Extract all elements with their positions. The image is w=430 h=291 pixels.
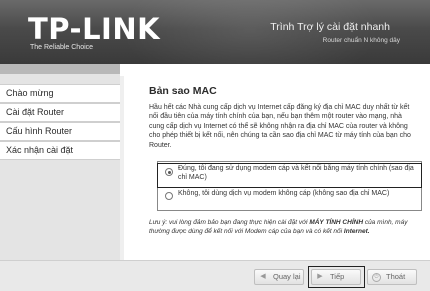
note-text: Lưu ý: vui lòng đảm bảo bạn đang thực hi… <box>149 218 417 236</box>
step-sidebar: Chào mừng Cài đặt Router Cấu hình Router… <box>0 74 120 260</box>
option-clone-mac[interactable]: Đúng, tôi đang sử dụng modem cáp và kết … <box>157 163 422 188</box>
exit-button-label: Thoát <box>386 272 406 281</box>
brand-logo: TP-LINK <box>28 12 161 46</box>
brand-tagline: The Reliable Choice <box>30 44 94 51</box>
wizard-subtitle: Router chuẩn N không dây <box>322 37 400 44</box>
exit-button[interactable]: ⏻ Thoát <box>367 269 417 285</box>
sidebar-item-label: Cài đặt Router <box>6 107 65 117</box>
page-description: Hầu hết các Nhà cung cấp dịch vụ Interne… <box>149 104 411 149</box>
header-banner: TP-LINK The Reliable Choice Trình Trợ lý… <box>0 0 430 64</box>
sidebar-item-confirm[interactable]: Xác nhận cài đặt <box>0 141 120 160</box>
wizard-footer: ◀ Quay lại ▶ Tiếp ⏻ Thoát <box>0 260 430 291</box>
content-top-band <box>120 64 430 76</box>
radio-button[interactable] <box>165 192 173 200</box>
sidebar-item-label: Xác nhận cài đặt <box>6 145 74 155</box>
sidebar-item-label: Cấu hình Router <box>6 126 73 136</box>
sidebar-item-router-config[interactable]: Cấu hình Router <box>0 122 120 141</box>
option-label: Không, tôi dùng dịch vụ modem không cáp … <box>178 190 390 197</box>
back-button[interactable]: ◀ Quay lại <box>254 269 304 285</box>
option-label: Đúng, tôi đang sử dụng modem cáp và kết … <box>178 165 414 182</box>
back-arrow-icon: ◀ <box>260 273 266 280</box>
sidebar-item-welcome[interactable]: Chào mừng <box>0 84 120 103</box>
note-emphasis-end: Internet. <box>343 228 370 236</box>
sidebar-item-router-setup[interactable]: Cài đặt Router <box>0 103 120 122</box>
setup-wizard-window: TP-LINK The Reliable Choice Trình Trợ lý… <box>0 0 430 291</box>
next-arrow-icon: ▶ <box>317 273 323 280</box>
note-prefix: Lưu ý: vui lòng đảm bảo bạn đang thực hi… <box>149 219 310 226</box>
main-content: Bản sao MAC Hầu hết các Nhà cung cấp dịc… <box>124 76 430 260</box>
radio-button-selected[interactable] <box>165 168 173 176</box>
next-button[interactable]: ▶ Tiếp <box>311 269 361 285</box>
page-title: Bản sao MAC <box>149 85 217 97</box>
sidebar-item-label: Chào mừng <box>6 88 54 98</box>
power-icon: ⏻ <box>372 273 381 282</box>
wizard-title: Trình Trợ lý cài đặt nhanh <box>270 21 390 33</box>
mac-clone-options: Đúng, tôi đang sử dụng modem cáp và kết … <box>157 161 422 211</box>
option-no-clone[interactable]: Không, tôi dùng dịch vụ modem không cáp … <box>158 189 421 204</box>
back-button-label: Quay lại <box>273 272 301 281</box>
note-emphasis: MÁY TÍNH CHÍNH <box>309 219 364 226</box>
next-button-label: Tiếp <box>330 272 345 281</box>
